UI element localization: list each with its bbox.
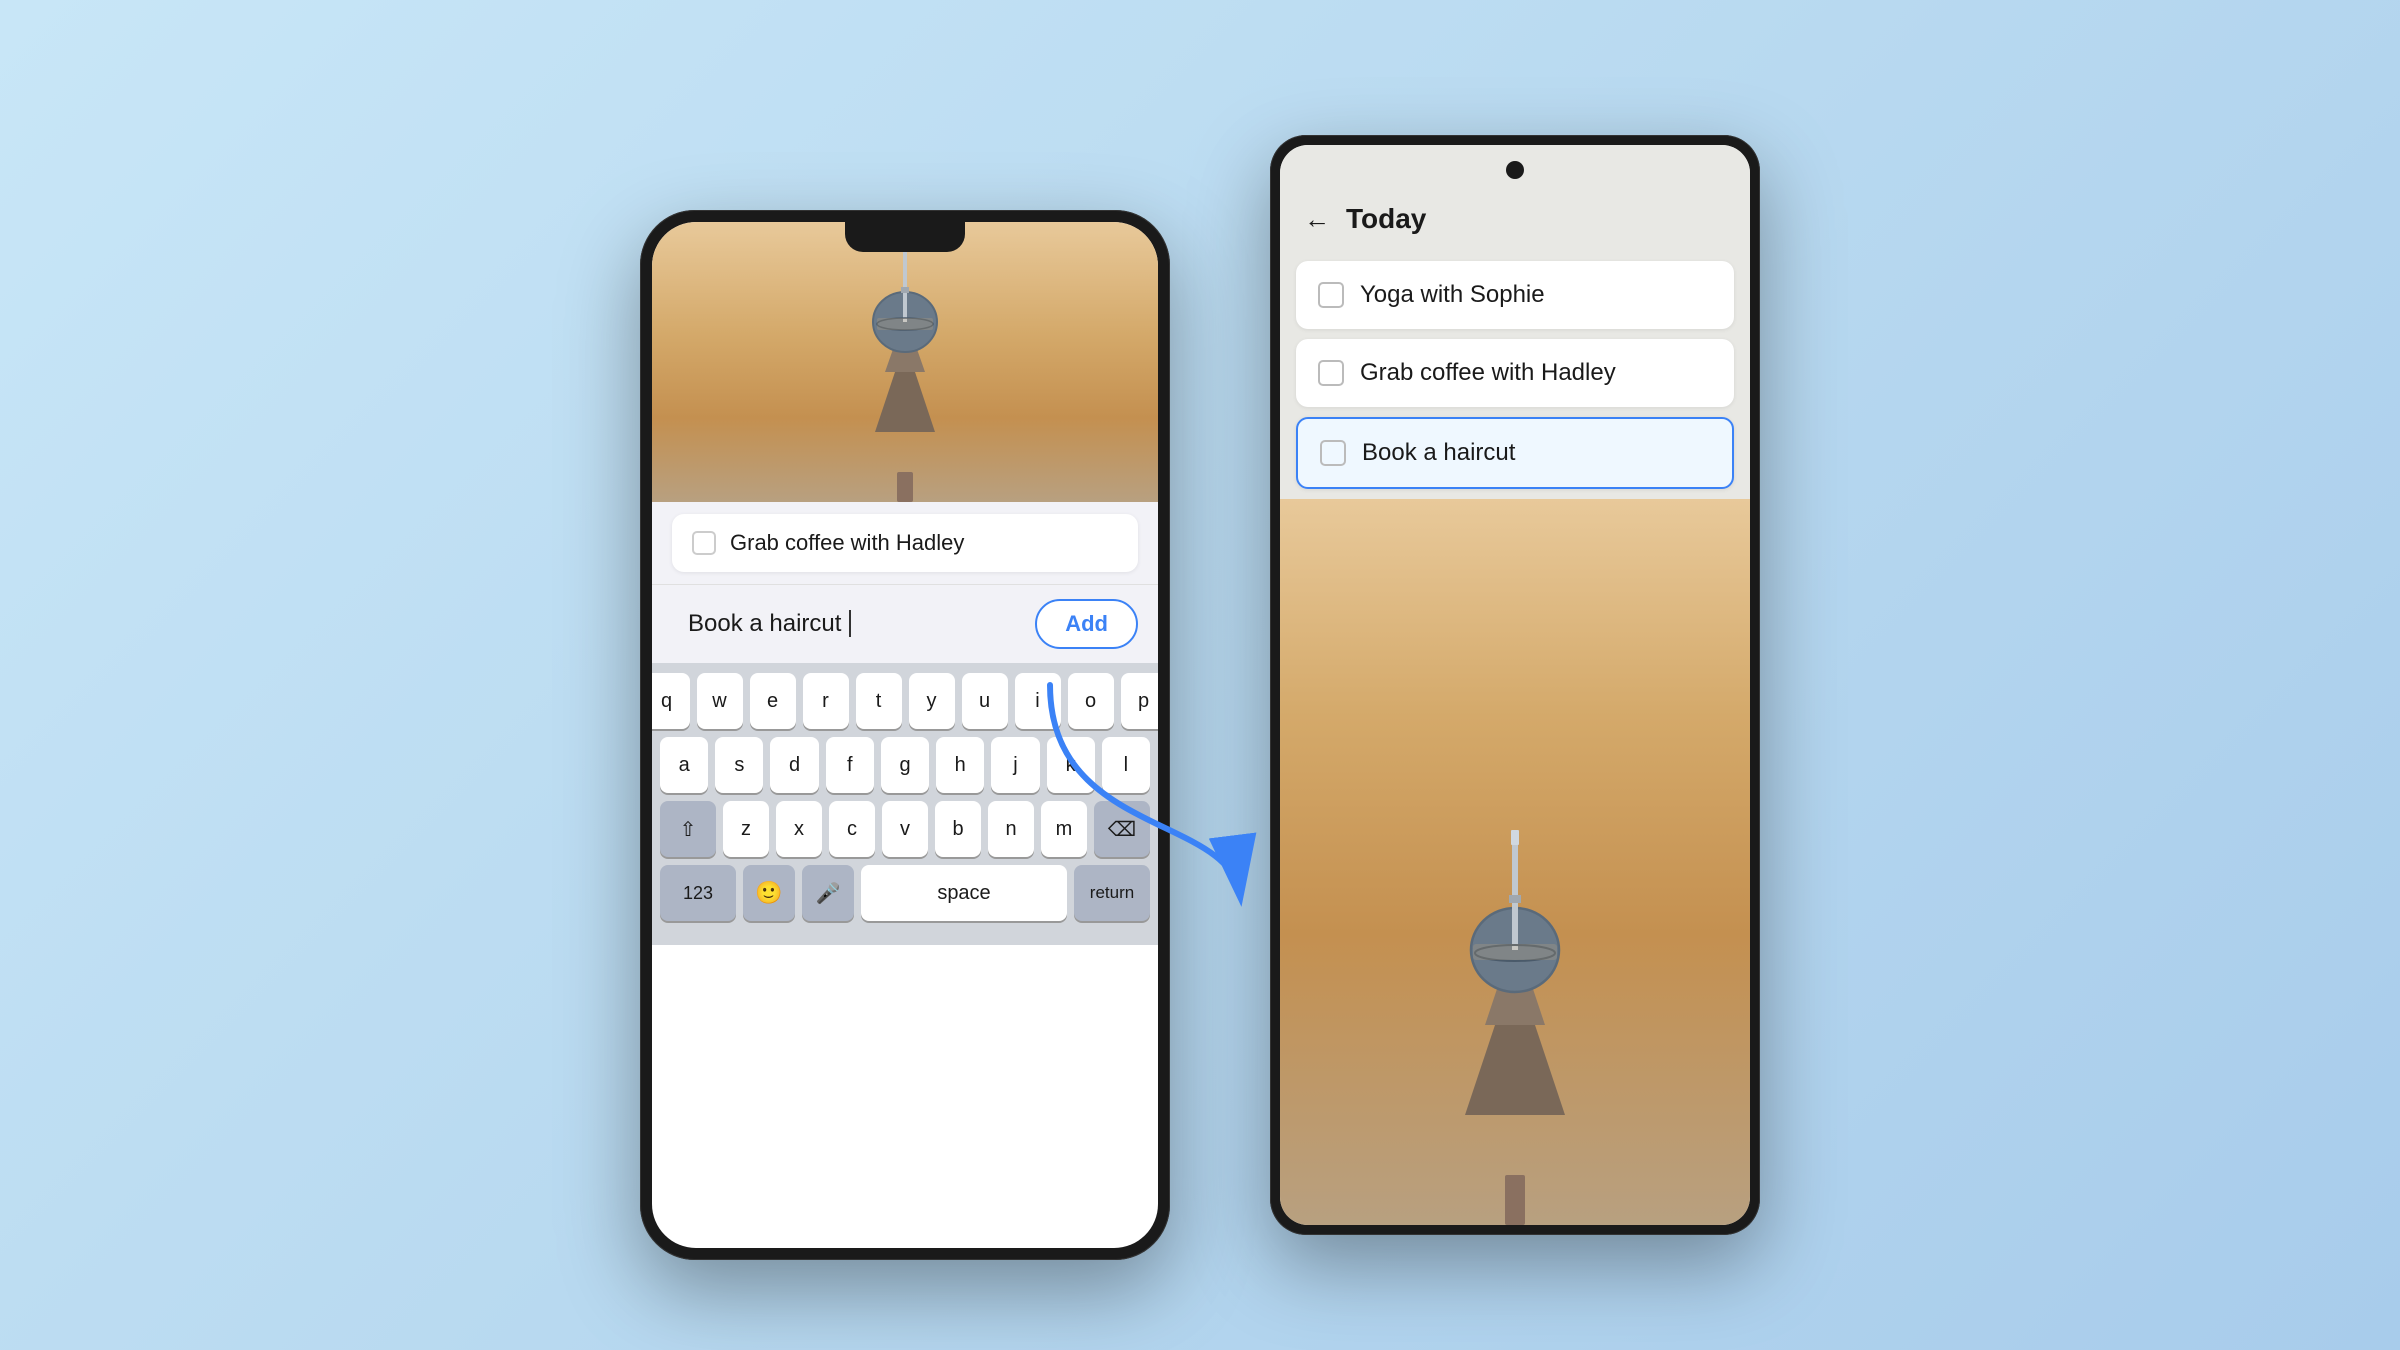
task-checkbox-haircut[interactable]	[1320, 440, 1346, 466]
iphone-background-image	[652, 222, 1158, 502]
key-h[interactable]: h	[936, 737, 984, 793]
key-b[interactable]: b	[935, 801, 981, 857]
android-device: ← Today Yoga with Sophie Grab coffee wit…	[1270, 135, 1760, 1235]
task-item-haircut[interactable]: Book a haircut	[1296, 417, 1734, 489]
key-a[interactable]: a	[660, 737, 708, 793]
iphone-notch	[845, 222, 965, 252]
iphone-task-bar: Grab coffee with Hadley	[652, 502, 1158, 584]
key-x[interactable]: x	[776, 801, 822, 857]
task-label-haircut: Book a haircut	[1362, 439, 1515, 467]
arrow-graphic	[1030, 655, 1290, 935]
android-page-title: Today	[1346, 203, 1426, 235]
key-e[interactable]: e	[750, 673, 796, 729]
task-item-coffee[interactable]: Grab coffee with Hadley	[1296, 339, 1734, 407]
android-status-bar	[1280, 145, 1750, 195]
key-q[interactable]: q	[652, 673, 690, 729]
add-button[interactable]: Add	[1035, 599, 1138, 649]
task-input-field[interactable]: Book a haircut	[672, 600, 1023, 648]
key-t[interactable]: t	[856, 673, 902, 729]
key-v[interactable]: v	[882, 801, 928, 857]
key-d[interactable]: d	[770, 737, 818, 793]
task-checkbox-yoga[interactable]	[1318, 282, 1344, 308]
key-c[interactable]: c	[829, 801, 875, 857]
android-header: ← Today	[1280, 195, 1750, 251]
key-mic[interactable]: 🎤	[802, 865, 854, 921]
task-checkbox-coffee[interactable]	[1318, 360, 1344, 386]
key-shift[interactable]: ⇧	[660, 801, 716, 857]
key-z[interactable]: z	[723, 801, 769, 857]
key-y[interactable]: y	[909, 673, 955, 729]
key-u[interactable]: u	[962, 673, 1008, 729]
task-label-coffee: Grab coffee with Hadley	[1360, 359, 1616, 387]
berlin-tower-android	[1405, 825, 1625, 1225]
task-checkbox-coffee[interactable]	[692, 531, 716, 555]
android-task-list: Yoga with Sophie Grab coffee with Hadley…	[1280, 251, 1750, 499]
iphone-input-area: Book a haircut Add	[652, 584, 1158, 663]
android-background-image	[1280, 499, 1750, 1225]
key-w[interactable]: w	[697, 673, 743, 729]
berlin-tower-iphone	[815, 232, 995, 502]
task-item-coffee[interactable]: Grab coffee with Hadley	[672, 514, 1138, 572]
key-n[interactable]: n	[988, 801, 1034, 857]
key-r[interactable]: r	[803, 673, 849, 729]
task-item-yoga[interactable]: Yoga with Sophie	[1296, 261, 1734, 329]
task-label-coffee: Grab coffee with Hadley	[730, 530, 964, 556]
key-f[interactable]: f	[826, 737, 874, 793]
back-button[interactable]: ←	[1304, 204, 1330, 235]
task-label-yoga: Yoga with Sophie	[1360, 281, 1545, 309]
key-g[interactable]: g	[881, 737, 929, 793]
android-camera	[1506, 161, 1524, 179]
key-123[interactable]: 123	[660, 865, 736, 921]
key-emoji[interactable]: 🙂	[743, 865, 795, 921]
key-s[interactable]: s	[715, 737, 763, 793]
